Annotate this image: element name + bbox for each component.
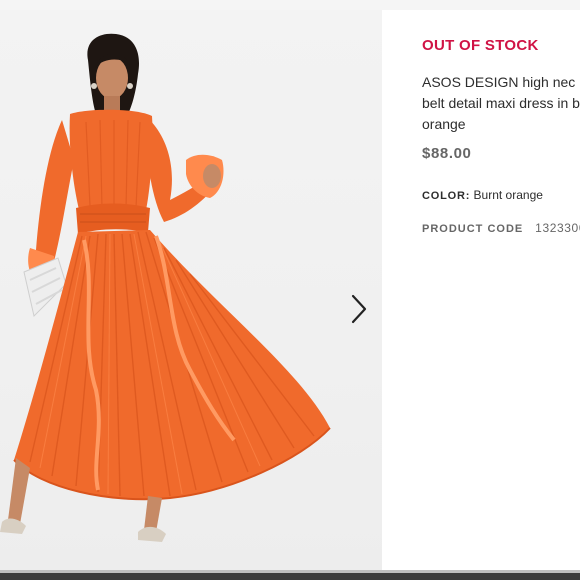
product-title-line-1: ASOS DESIGN high nec (422, 74, 576, 90)
dress-model-illustration (0, 33, 331, 542)
product-price: $88.00 (422, 145, 472, 162)
bottom-strip (0, 570, 580, 580)
next-image-button[interactable] (346, 293, 372, 325)
product-details: OUT OF STOCK ASOS DESIGN high nec belt d… (382, 10, 580, 570)
stock-status: OUT OF STOCK (422, 37, 539, 54)
product-title-line-3: orange (422, 116, 466, 132)
product-code-label: PRODUCT CODE (422, 223, 524, 235)
product-title-line-2: belt detail maxi dress in b (422, 95, 580, 111)
chevron-right-icon (351, 294, 367, 324)
product-page: OUT OF STOCK ASOS DESIGN high nec belt d… (0, 0, 580, 580)
product-code-value: 1323300 (535, 221, 580, 235)
product-title: ASOS DESIGN high nec belt detail maxi dr… (422, 72, 580, 135)
color-value: Burnt orange (473, 188, 543, 202)
product-image[interactable] (0, 10, 382, 570)
product-code-row: PRODUCT CODE 1323300 (422, 221, 580, 235)
color-label: COLOR: (422, 190, 471, 202)
top-strip (0, 0, 580, 10)
color-row: COLOR: Burnt orange (422, 188, 543, 202)
bottom-strip-highlight (0, 570, 580, 573)
